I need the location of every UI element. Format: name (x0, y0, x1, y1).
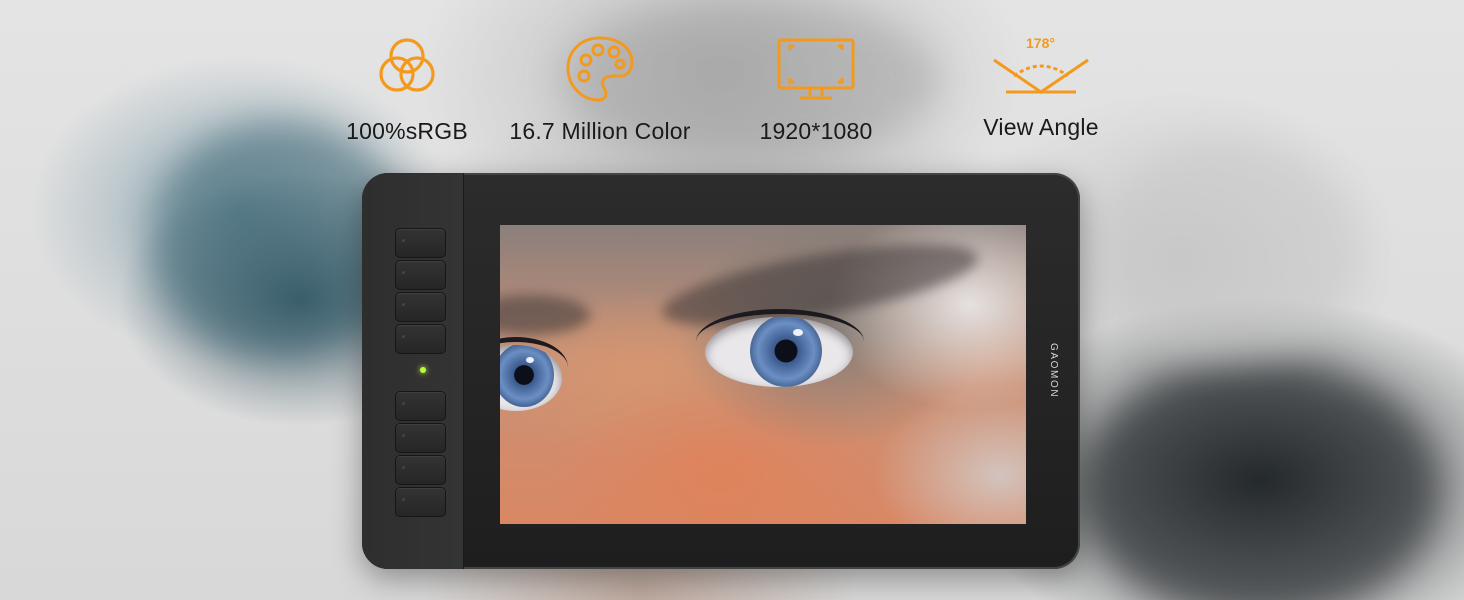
express-key-panel (362, 173, 464, 569)
express-key-7[interactable] (395, 455, 446, 485)
express-key-8[interactable] (395, 487, 446, 517)
color-palette-icon (566, 36, 634, 102)
feature-label-resolution: 1920*1080 (759, 118, 873, 144)
express-key-4[interactable] (395, 324, 446, 354)
dark-smoke (1080, 360, 1440, 600)
eyelid-right (696, 309, 864, 374)
feature-view-angle: 178° View Angle (931, 26, 1151, 141)
pen-display-tablet: GAOMON (362, 173, 1080, 569)
feature-label-view-angle: View Angle (983, 114, 1099, 140)
power-indicator-led (420, 367, 426, 373)
express-key-5[interactable] (395, 391, 446, 421)
brand-logo-text: GAOMON (1048, 343, 1059, 399)
feature-label-color: 16.7 Million Color (509, 118, 691, 144)
express-key-6[interactable] (395, 423, 446, 453)
express-key-3[interactable] (395, 292, 446, 322)
angle-text: 178° (1026, 35, 1055, 51)
light-smoke (1100, 140, 1360, 360)
view-angle-icon: 178° (993, 35, 1089, 94)
monitor-icon (777, 38, 855, 100)
rgb-circles-icon (379, 38, 435, 92)
feature-srgb: 100%sRGB (297, 30, 517, 145)
feature-color: 16.7 Million Color (490, 30, 710, 145)
express-key-2[interactable] (395, 260, 446, 290)
display-screen (500, 225, 1026, 524)
feature-resolution: 1920*1080 (706, 30, 926, 145)
feature-label-srgb: 100%sRGB (346, 118, 468, 144)
express-key-1[interactable] (395, 228, 446, 258)
